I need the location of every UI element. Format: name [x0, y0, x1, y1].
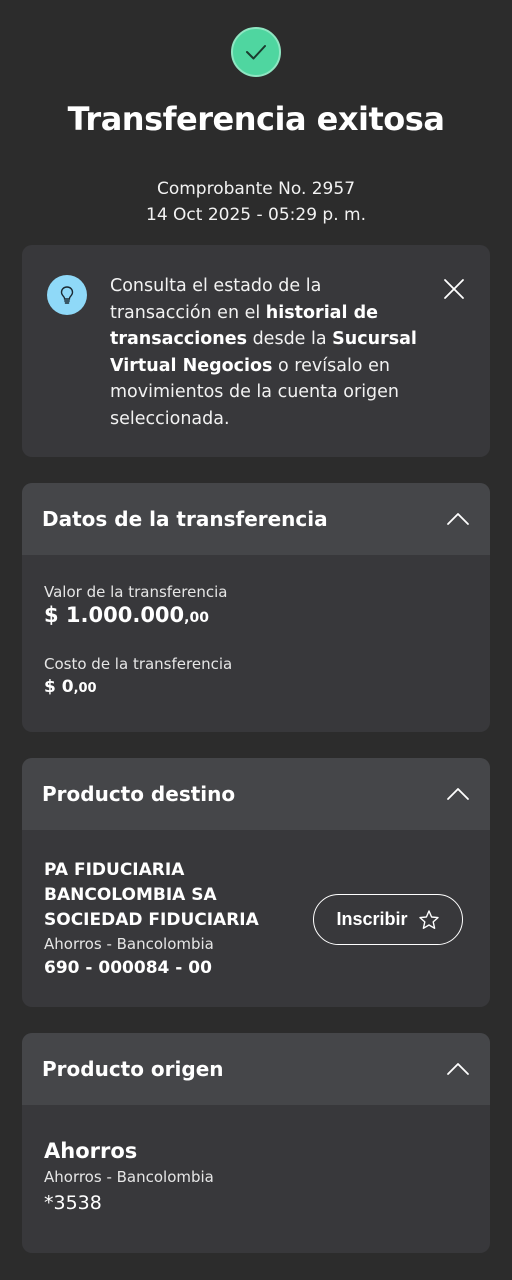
transfer-details-card: Datos de la transferencia Valor de la tr…	[22, 483, 490, 732]
destination-name: PA FIDUCIARIA BANCOLOMBIA SA SOCIEDAD FI…	[44, 860, 259, 930]
info-text-2: desde la	[247, 329, 333, 349]
star-icon	[418, 909, 439, 929]
origin-product-header[interactable]: Producto origen	[22, 1033, 490, 1105]
check-icon	[246, 45, 266, 60]
transfer-value: $ 1.000.000,00	[44, 603, 227, 627]
origin-name: Ahorros	[44, 1139, 138, 1163]
receipt-datetime: 14 Oct 2025 - 05:29 p. m.	[146, 205, 366, 225]
transfer-details-header[interactable]: Datos de la transferencia	[22, 483, 490, 555]
destination-account: 690 - 000084 - 00	[44, 958, 212, 978]
close-icon[interactable]	[440, 275, 468, 303]
origin-product-title: Producto origen	[42, 1057, 224, 1081]
chevron-up-icon[interactable]	[446, 787, 470, 801]
destination-product-title: Producto destino	[42, 782, 236, 806]
receipt-info: Comprobante No. 2957 14 Oct 2025 - 05:29…	[0, 176, 512, 228]
chevron-up-icon[interactable]	[446, 512, 470, 526]
destination-product-header[interactable]: Producto destino	[22, 758, 490, 830]
chevron-up-icon[interactable]	[446, 1062, 470, 1076]
enroll-button[interactable]: Inscribir	[313, 894, 463, 945]
transfer-cost-dec: ,00	[73, 681, 97, 696]
origin-account: *3538	[44, 1192, 102, 1214]
destination-product-card: Producto destino PA FIDUCIARIA BANCOLOMB…	[22, 758, 490, 1007]
success-check-icon	[231, 27, 281, 77]
receipt-number: Comprobante No. 2957	[156, 179, 356, 199]
transfer-cost: $ 0,00	[44, 677, 232, 697]
info-message: Consulta el estado de la transacción en …	[110, 273, 420, 432]
transfer-cost-int: $ 0	[44, 677, 74, 697]
origin-info: Ahorros Ahorros - Bancolombia *3538	[44, 1136, 214, 1218]
transfer-cost-label: Costo de la transferencia	[44, 655, 233, 673]
destination-info: PA FIDUCIARIA BANCOLOMBIA SA SOCIEDAD FI…	[44, 858, 314, 981]
transfer-value-block: Valor de la transferencia $ 1.000.000,00	[44, 583, 227, 627]
origin-type: Ahorros - Bancolombia	[44, 1168, 214, 1186]
lightbulb-icon	[47, 275, 87, 315]
transfer-value-int: $ 1.000.000	[44, 603, 185, 627]
enroll-button-label: Inscribir	[336, 909, 408, 929]
transfer-value-dec: ,00	[184, 610, 209, 626]
transfer-value-label: Valor de la transferencia	[44, 583, 228, 601]
origin-product-card: Producto origen Ahorros Ahorros - Bancol…	[22, 1033, 490, 1253]
page-title: Transferencia exitosa	[67, 100, 445, 138]
transfer-details-title: Datos de la transferencia	[42, 507, 328, 531]
transfer-cost-block: Costo de la transferencia $ 0,00	[44, 655, 232, 697]
destination-type: Ahorros - Bancolombia	[44, 935, 214, 953]
info-banner: Consulta el estado de la transacción en …	[22, 245, 490, 457]
